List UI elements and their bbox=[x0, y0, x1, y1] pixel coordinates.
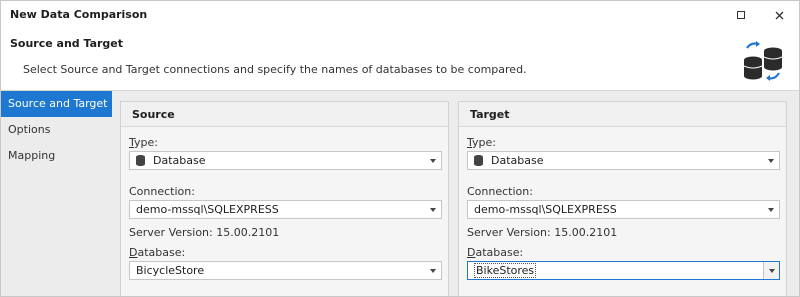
sidebar-item-mapping[interactable]: Mapping bbox=[1, 143, 112, 169]
chevron-down-icon bbox=[768, 159, 774, 163]
target-database-value: BikeStores bbox=[474, 263, 537, 278]
source-database-select[interactable]: BicycleStore bbox=[129, 261, 442, 280]
close-button[interactable] bbox=[768, 5, 790, 25]
chevron-down-icon[interactable] bbox=[763, 262, 779, 279]
chevron-down-icon bbox=[430, 159, 436, 163]
maximize-button[interactable] bbox=[730, 5, 752, 25]
close-icon bbox=[775, 11, 783, 19]
target-database-select[interactable]: BikeStores bbox=[467, 261, 780, 280]
source-type-value: Database bbox=[153, 154, 206, 167]
target-connection-select[interactable]: demo-mssql\SQLEXPRESS bbox=[467, 200, 780, 219]
window-title: New Data Comparison bbox=[10, 8, 148, 21]
database-icon bbox=[474, 155, 483, 166]
source-connection-value: demo-mssql\SQLEXPRESS bbox=[136, 203, 279, 216]
source-heading: Source bbox=[121, 102, 448, 127]
target-heading: Target bbox=[459, 102, 786, 127]
sidebar-item-options[interactable]: Options bbox=[1, 117, 112, 143]
target-connection-label: Connection: bbox=[467, 185, 533, 198]
source-type-label: Type: bbox=[129, 136, 158, 149]
new-data-comparison-window: New Data Comparison Source and Target Se… bbox=[0, 0, 800, 297]
source-database-value: BicycleStore bbox=[136, 264, 205, 277]
source-connection-label: Connection: bbox=[129, 185, 195, 198]
sidebar-item-source-and-target[interactable]: Source and Target bbox=[1, 91, 112, 117]
target-panel: Target Type: Database Connection: demo-m… bbox=[458, 101, 787, 296]
source-connection-select[interactable]: demo-mssql\SQLEXPRESS bbox=[129, 200, 442, 219]
target-connection-value: demo-mssql\SQLEXPRESS bbox=[474, 203, 617, 216]
page-description: Select Source and Target connections and… bbox=[23, 63, 527, 76]
target-database-label: Database: bbox=[467, 246, 524, 259]
target-type-label: Type: bbox=[467, 136, 496, 149]
source-panel: Source Type: Database Connection: demo-m… bbox=[120, 101, 449, 296]
database-icon bbox=[136, 155, 145, 166]
target-type-value: Database bbox=[491, 154, 544, 167]
chevron-down-icon bbox=[430, 269, 436, 273]
database-compare-icon bbox=[743, 41, 783, 81]
chevron-down-icon bbox=[430, 208, 436, 212]
source-database-label: Database: bbox=[129, 246, 186, 259]
wizard-sidebar: Source and Target Options Mapping bbox=[1, 91, 112, 296]
wizard-header: Source and Target Select Source and Targ… bbox=[1, 29, 799, 89]
target-type-select[interactable]: Database bbox=[467, 151, 780, 170]
title-bar: New Data Comparison bbox=[1, 1, 799, 29]
target-server-version: Server Version: 15.00.2101 bbox=[467, 226, 618, 239]
wizard-content: Source Type: Database Connection: demo-m… bbox=[112, 91, 799, 296]
page-title: Source and Target bbox=[10, 37, 124, 50]
source-server-version: Server Version: 15.00.2101 bbox=[129, 226, 280, 239]
source-type-select[interactable]: Database bbox=[129, 151, 442, 170]
chevron-down-icon bbox=[768, 208, 774, 212]
maximize-icon bbox=[737, 11, 745, 19]
